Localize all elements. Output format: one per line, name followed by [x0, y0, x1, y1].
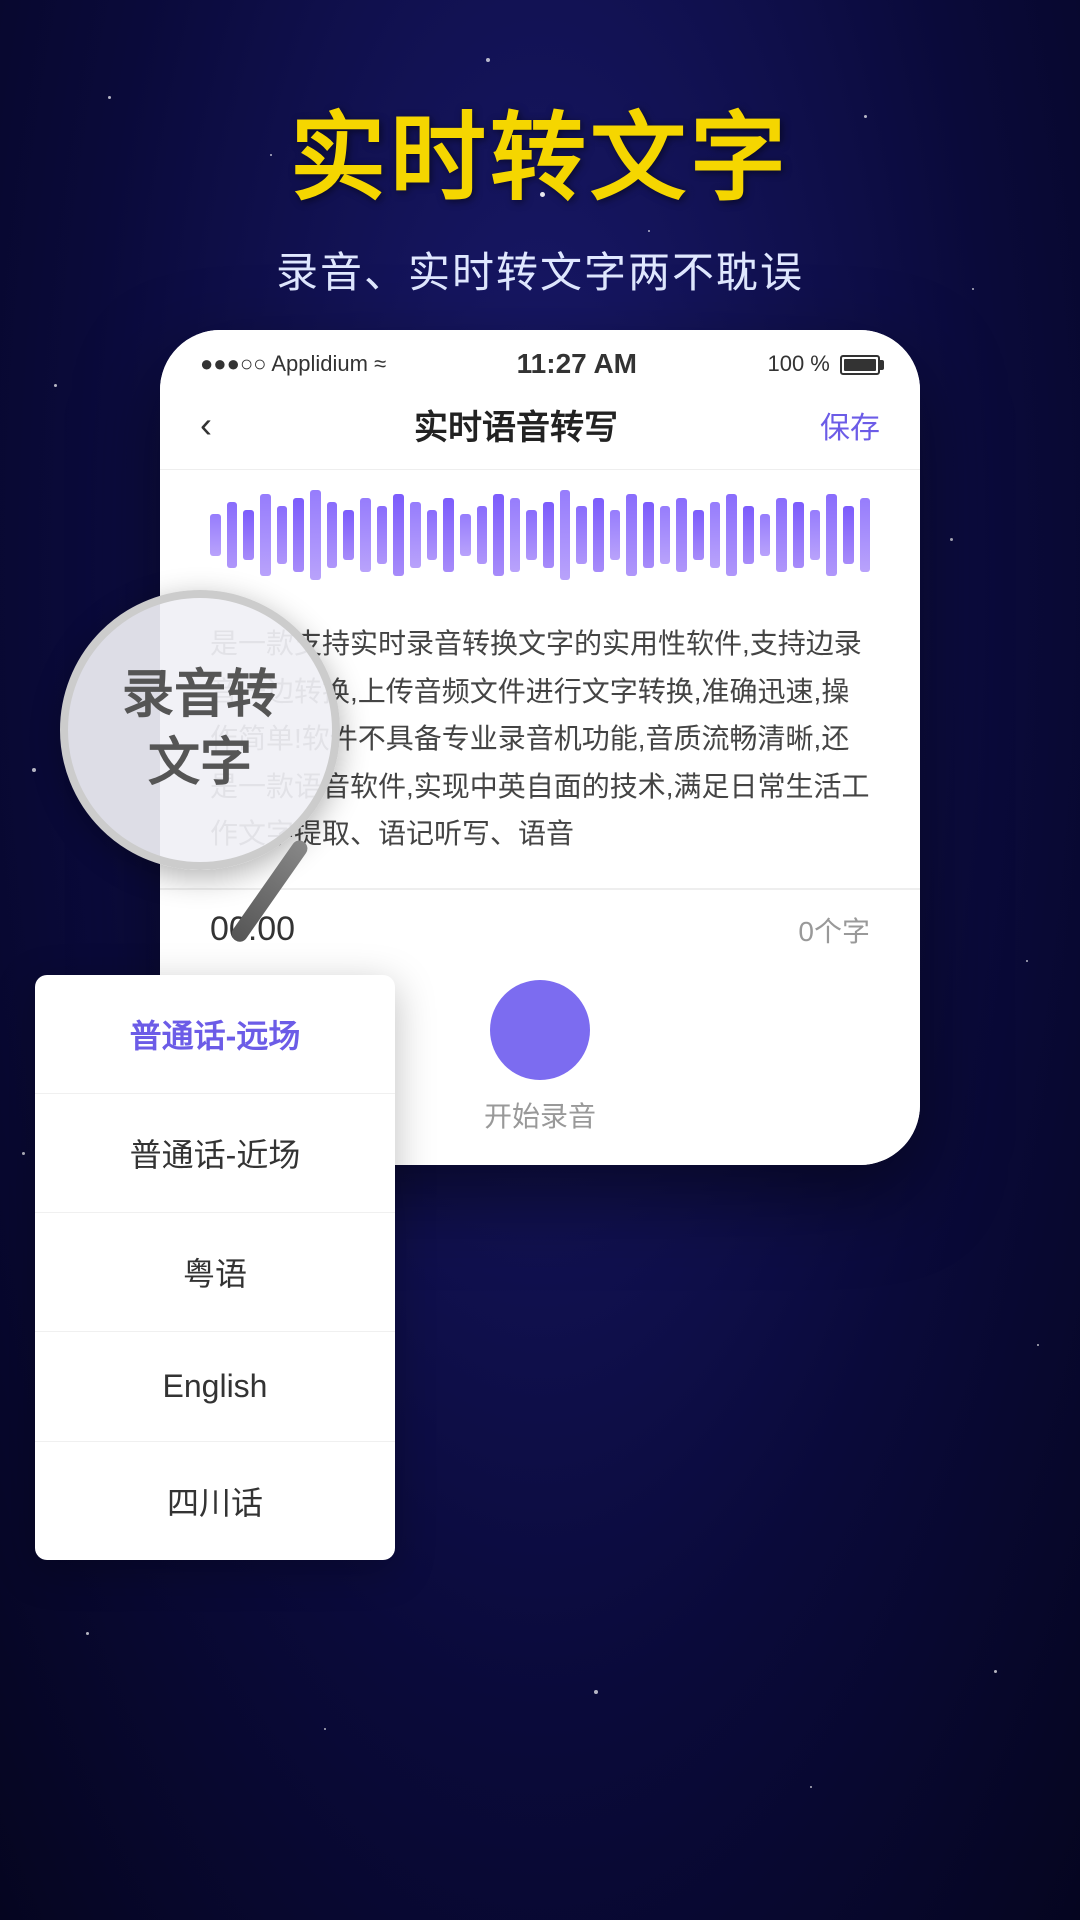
wave-bar: [310, 490, 321, 580]
wave-bar: [860, 498, 871, 572]
wave-bar: [427, 510, 438, 560]
dropdown-item-1[interactable]: 普通话-近场: [35, 1094, 395, 1213]
wave-bar: [610, 510, 621, 560]
wave-bar: [576, 506, 587, 564]
record-button[interactable]: [490, 980, 590, 1080]
wave-bar: [660, 506, 671, 564]
wave-bar: [760, 514, 771, 556]
wave-bar: [526, 510, 537, 560]
wifi-icon: ≈: [374, 351, 386, 376]
wave-bar: [643, 502, 654, 568]
carrier-label: ●●●○○ Applidium ≈: [200, 351, 386, 377]
carrier-name: Applidium: [271, 351, 368, 376]
wave-bar: [293, 498, 304, 572]
wave-bar: [710, 502, 721, 568]
save-button[interactable]: 保存: [820, 403, 880, 447]
wave-bar: [676, 498, 687, 572]
wave-bar: [243, 510, 254, 560]
subtitle: 录音、实时转文字两不耽误: [0, 239, 1080, 300]
wave-bar: [510, 498, 521, 572]
dropdown-item-4[interactable]: 四川话: [35, 1442, 395, 1560]
wave-bar: [693, 510, 704, 560]
wave-bar: [227, 502, 238, 568]
battery-percent: 100 %: [767, 351, 829, 376]
magnifier-text-line2: 文字: [148, 730, 252, 798]
battery-fill: [844, 359, 876, 371]
wave-bar: [393, 494, 404, 576]
wave-bar: [277, 506, 288, 564]
dropdown-item-0[interactable]: 普通话-远场: [35, 975, 395, 1094]
wave-bar: [377, 506, 388, 564]
wave-bar: [743, 506, 754, 564]
wave-bar: [493, 494, 504, 576]
wave-bar: [327, 502, 338, 568]
wave-bar: [593, 498, 604, 572]
word-count-display: 0个字: [798, 910, 870, 950]
header-section: 实时转文字 录音、实时转文字两不耽误: [0, 80, 1080, 300]
battery-icon: [840, 355, 880, 375]
wave-bar: [626, 494, 637, 576]
wave-bar: [210, 514, 221, 556]
wave-bar: [793, 502, 804, 568]
wave-bar: [260, 494, 271, 576]
wave-bar: [726, 494, 737, 576]
battery-status: 100 %: [767, 351, 880, 377]
wave-bar: [843, 506, 854, 564]
language-dropdown: 普通话-远场普通话-近场粤语English四川话: [35, 975, 395, 1560]
magnifier-handle: [229, 837, 311, 944]
wave-bar: [810, 510, 821, 560]
waveform-container: [160, 470, 920, 600]
status-time: 11:27 AM: [517, 348, 637, 380]
wave-bar: [477, 506, 488, 564]
wave-bar: [410, 502, 421, 568]
magnifier-circle: 录音转 文字: [60, 590, 340, 870]
wave-bar: [543, 502, 554, 568]
dropdown-item-2[interactable]: 粤语: [35, 1213, 395, 1332]
wave-bar: [776, 498, 787, 572]
wave-bar: [460, 514, 471, 556]
main-title: 实时转文字: [0, 80, 1080, 219]
status-bar: ●●●○○ Applidium ≈ 11:27 AM 100 %: [160, 330, 920, 390]
nav-bar: ‹ 实时语音转写 保存: [160, 390, 920, 470]
magnifier-text-line1: 录音转: [122, 662, 278, 730]
back-button[interactable]: ‹: [200, 404, 212, 446]
wave-bar: [343, 510, 354, 560]
wave-bar: [360, 498, 371, 572]
signal-dots: ●●●○○: [200, 351, 266, 376]
wave-bar: [826, 494, 837, 576]
magnifier: 录音转 文字: [60, 590, 400, 930]
page-title: 实时语音转写: [414, 400, 618, 449]
dropdown-item-3[interactable]: English: [35, 1332, 395, 1442]
wave-bar: [443, 498, 454, 572]
wave-bar: [560, 490, 571, 580]
